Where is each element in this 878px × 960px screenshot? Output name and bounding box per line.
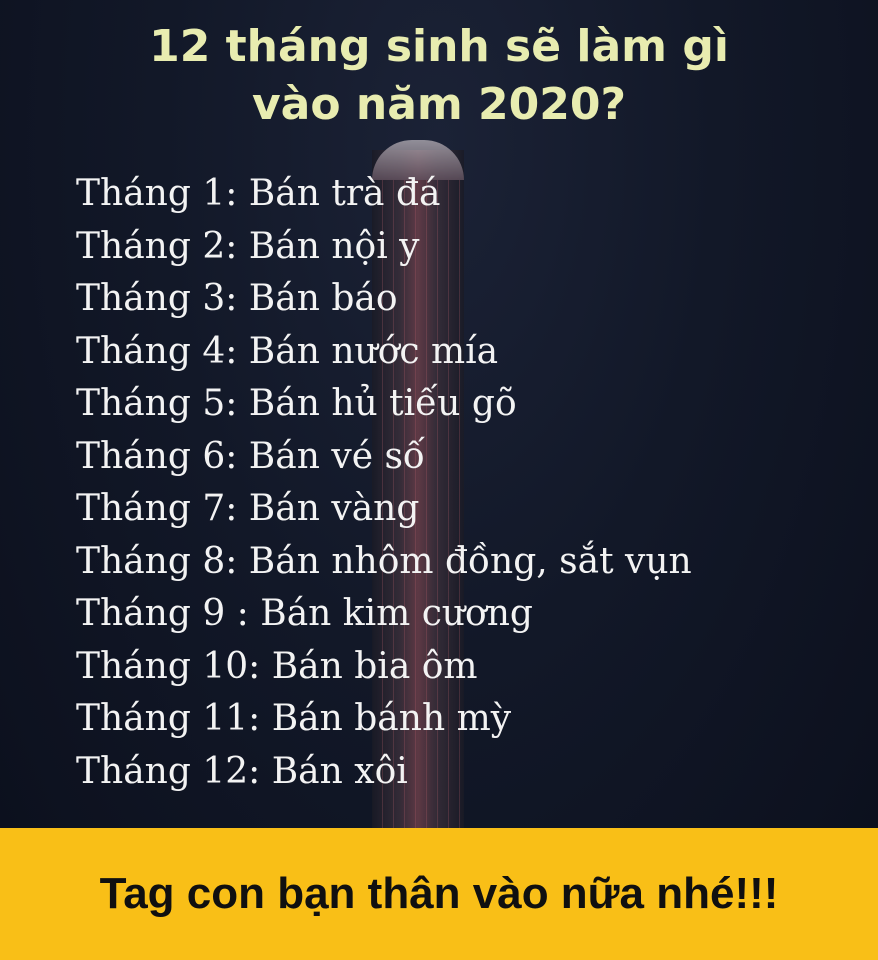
poster: 12 tháng sinh sẽ làm gì vào năm 2020? Th… (0, 0, 878, 960)
title-line-1: 12 tháng sinh sẽ làm gì (149, 21, 729, 72)
month-item: Tháng 5: Bán hủ tiếu gõ (76, 383, 517, 424)
month-item: Tháng 2: Bán nội y (76, 225, 420, 267)
title-line-2: vào năm 2020? (251, 79, 627, 130)
footer-text: Tag con bạn thân vào nữa nhé!!! (99, 869, 779, 918)
poster-title: 12 tháng sinh sẽ làm gì vào năm 2020? (0, 18, 878, 134)
month-item: Tháng 4: Bán nước mía (76, 330, 499, 372)
month-item: Tháng 7: Bán vàng (76, 488, 420, 529)
month-item: Tháng 12: Bán xôi (76, 750, 408, 792)
footer-banner: Tag con bạn thân vào nữa nhé!!! (0, 828, 878, 960)
month-item: Tháng 10: Bán bia ôm (76, 645, 478, 687)
month-item: Tháng 3: Bán báo (76, 278, 398, 319)
month-list: Tháng 1: Bán trà đá Tháng 2: Bán nội y T… (76, 168, 692, 798)
month-item: Tháng 11: Bán bánh mỳ (76, 698, 512, 739)
month-item: Tháng 8: Bán nhôm đồng, sắt vụn (76, 540, 692, 582)
month-item: Tháng 9 : Bán kim cương (76, 593, 533, 634)
month-item: Tháng 6: Bán vé số (76, 435, 425, 477)
month-item: Tháng 1: Bán trà đá (76, 173, 441, 214)
